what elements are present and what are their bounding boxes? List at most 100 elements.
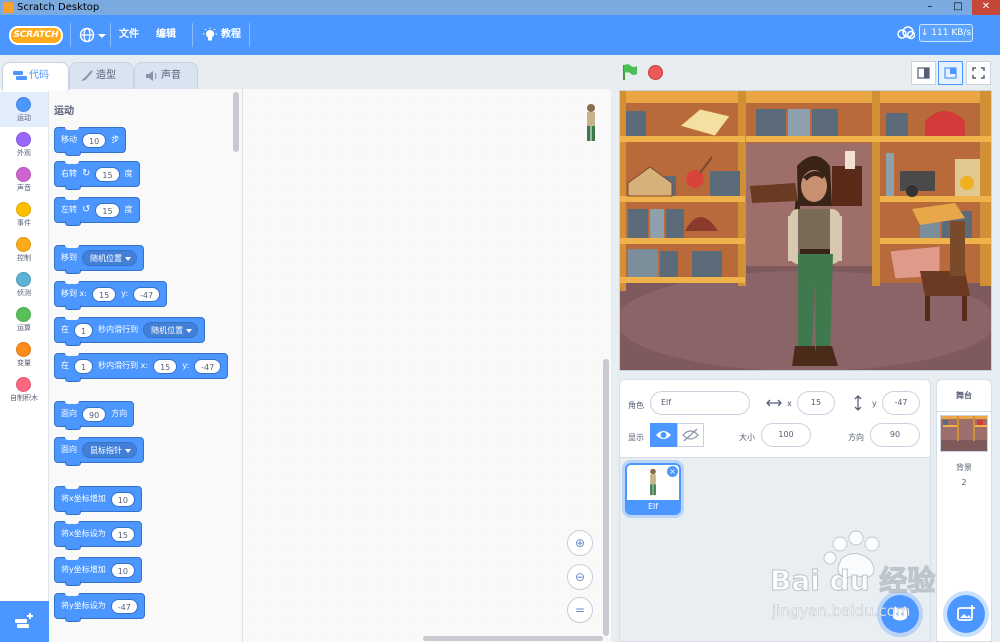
sprite-name-input[interactable]: Elf <box>650 391 750 415</box>
category-label: 事件 <box>17 219 31 227</box>
category-my-blocks[interactable]: 自制积木 <box>0 372 48 407</box>
x-label: x <box>787 399 792 408</box>
block-set-y[interactable]: 将y坐标设为 -47 <box>54 593 145 622</box>
add-backdrop-button[interactable] <box>947 595 985 633</box>
window-controls: – □ ✕ <box>916 0 1000 15</box>
block-glide-xy[interactable]: 在 1 秒内滑行到 x: 15 y: -47 <box>54 353 229 382</box>
category-sound[interactable]: 声音 <box>0 162 48 197</box>
backdrop-thumbnail <box>940 415 988 452</box>
block-input[interactable]: 10 <box>110 491 135 507</box>
workspace-horizontal-scrollbar[interactable] <box>423 636 603 641</box>
block-input[interactable]: 15 <box>153 358 178 374</box>
horizontal-arrows-icon <box>766 399 782 407</box>
block-goto[interactable]: 移到 随机位置 <box>54 245 144 274</box>
net-speed-text: 111 KB/s <box>931 28 972 38</box>
brush-icon <box>81 70 93 81</box>
size-input[interactable]: 100 <box>761 423 811 447</box>
category-looks[interactable]: 外观 <box>0 127 48 162</box>
language-globe-icon[interactable] <box>79 27 95 43</box>
sprite-info-panel: 角色 Elf x 15 y -47 显示 大小 100 方向 90 <box>619 379 931 458</box>
block-text: 面向 <box>61 445 77 454</box>
block-turn-right[interactable]: 右转 ↻ 15 度 <box>54 161 140 190</box>
green-flag-icon[interactable] <box>621 63 639 81</box>
delete-sprite-button[interactable]: × <box>667 466 678 477</box>
block-input[interactable]: 10 <box>82 132 107 148</box>
block-input[interactable]: 15 <box>95 202 120 218</box>
tab-costumes[interactable]: 造型 <box>69 62 134 90</box>
block-set-x[interactable]: 将x坐标设为 15 <box>54 521 142 550</box>
normal-stage-icon <box>944 67 957 79</box>
palette-scrollbar[interactable] <box>233 92 239 152</box>
sprite-tile[interactable]: × Elf <box>625 463 681 515</box>
block-text: 将y坐标增加 <box>61 565 106 574</box>
block-input[interactable]: 1 <box>74 358 94 374</box>
block-input[interactable]: 15 <box>110 526 135 542</box>
block-text: 秒内滑行到 <box>98 325 139 334</box>
normal-stage-button[interactable] <box>938 61 963 85</box>
fullscreen-button[interactable] <box>966 61 991 85</box>
category-label: 控制 <box>17 254 31 262</box>
block-input[interactable]: 1 <box>74 322 94 338</box>
zoom-out-button[interactable]: ⊖ <box>567 564 593 590</box>
hide-sprite-button[interactable] <box>677 423 704 447</box>
file-menu[interactable]: 文件 <box>119 27 139 43</box>
menu-divider <box>249 23 250 47</box>
menu-divider <box>70 23 71 47</box>
tab-sounds[interactable]: 声音 <box>134 62 198 90</box>
category-control[interactable]: 控制 <box>0 232 48 267</box>
direction-input[interactable]: 90 <box>870 423 920 447</box>
block-input[interactable]: 90 <box>82 406 107 422</box>
category-operators[interactable]: 运算 <box>0 302 48 337</box>
y-position-input[interactable]: -47 <box>882 391 920 415</box>
block-change-y[interactable]: 将y坐标增加 10 <box>54 557 142 586</box>
tab-code[interactable]: 代码 <box>2 62 69 91</box>
block-glide[interactable]: 在 1 秒内滑行到 随机位置 <box>54 317 206 346</box>
block-point-towards[interactable]: 面向 鼠标指针 <box>54 437 144 466</box>
block-input[interactable]: 10 <box>110 562 135 578</box>
block-dropdown[interactable]: 随机位置 <box>82 250 137 266</box>
maximize-button[interactable]: □ <box>944 0 972 15</box>
stage-canvas[interactable] <box>619 90 992 371</box>
small-stage-button[interactable] <box>911 61 936 85</box>
category-dot <box>16 167 31 182</box>
zoom-reset-button[interactable]: = <box>567 597 593 623</box>
category-dot <box>16 307 31 322</box>
backdrop-count: 2 <box>961 478 967 487</box>
category-motion[interactable]: 运动 <box>0 92 48 127</box>
zoom-in-button[interactable]: ⊕ <box>567 530 593 556</box>
category-events[interactable]: 事件 <box>0 197 48 232</box>
block-dropdown[interactable]: 随机位置 <box>143 322 199 338</box>
block-point-direction[interactable]: 面向 90 方向 <box>54 401 135 430</box>
block-text: 在 <box>61 325 69 334</box>
block-input[interactable]: -47 <box>133 286 161 302</box>
sprite-name-label: Elf <box>627 500 679 513</box>
add-extension-button[interactable] <box>0 601 49 642</box>
block-change-x[interactable]: 将x坐标增加 10 <box>54 486 142 515</box>
close-window-button[interactable]: ✕ <box>972 0 1000 15</box>
block-move-steps[interactable]: 移动 10 步 <box>54 127 127 156</box>
show-sprite-button[interactable] <box>650 423 677 447</box>
block-text: 移到 <box>61 253 77 262</box>
category-sensing[interactable]: 侦测 <box>0 267 48 302</box>
stop-button[interactable] <box>648 65 663 80</box>
block-input[interactable]: 15 <box>91 286 117 302</box>
block-input[interactable]: -47 <box>194 358 222 374</box>
workspace-vertical-scrollbar[interactable] <box>603 359 609 636</box>
tutorials-menu[interactable]: 教程 <box>221 27 241 43</box>
eye-hidden-icon <box>682 428 699 442</box>
add-sprite-button[interactable] <box>881 595 919 633</box>
edit-menu[interactable]: 编辑 <box>156 27 176 43</box>
scratch-logo[interactable]: SCRATCH <box>9 26 63 45</box>
block-goto-xy[interactable]: 移到 x: 15 y: -47 <box>54 281 168 310</box>
category-variables[interactable]: 变量 <box>0 337 48 372</box>
block-input[interactable]: -47 <box>110 598 138 614</box>
block-turn-left[interactable]: 左转 ↺ 15 度 <box>54 197 140 226</box>
x-position-input[interactable]: 15 <box>797 391 835 415</box>
code-workspace[interactable]: ⊕ ⊖ = <box>243 89 611 642</box>
block-input[interactable]: 15 <box>95 166 120 182</box>
minimize-button[interactable]: – <box>916 0 944 15</box>
chevron-down-icon <box>98 34 106 38</box>
block-dropdown[interactable]: 鼠标指针 <box>82 442 137 458</box>
size-label: 大小 <box>739 433 755 442</box>
block-text: 度 <box>124 169 133 178</box>
